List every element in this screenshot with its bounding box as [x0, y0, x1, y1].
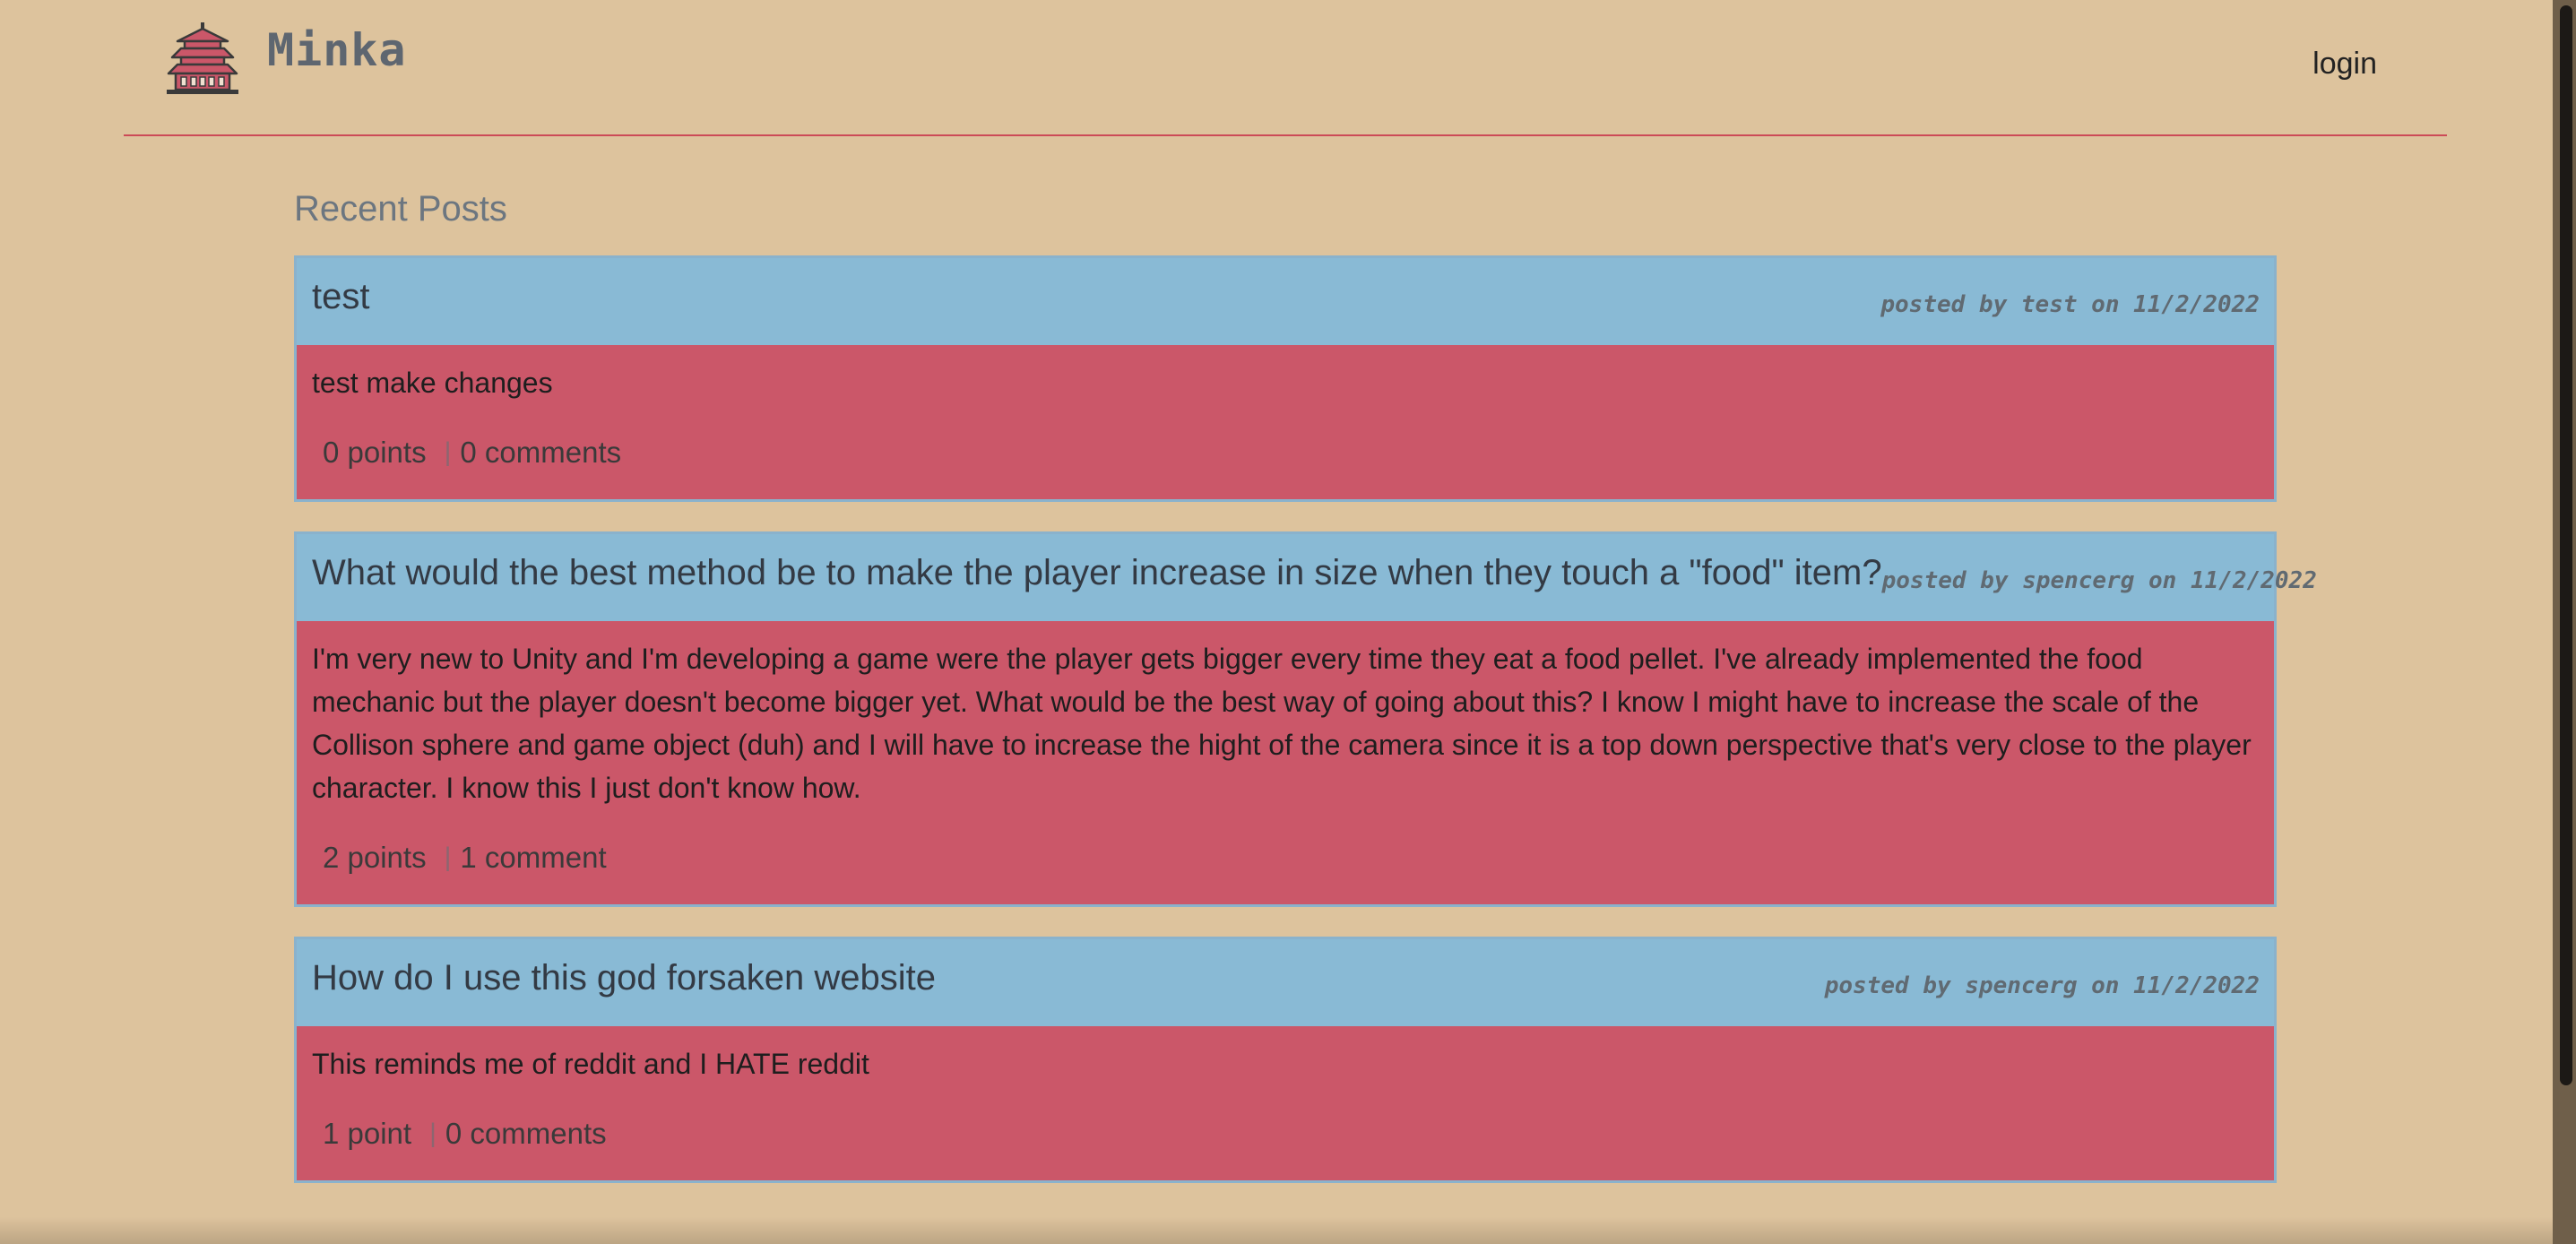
post-card: test posted by test on 11/2/2022 test ma… — [294, 255, 2277, 502]
brand-name: Minka — [267, 24, 407, 76]
scrollbar-thumb[interactable] — [2560, 5, 2572, 1085]
post-text: I'm very new to Unity and I'm developing… — [312, 643, 2252, 804]
section-title: Recent Posts — [294, 189, 507, 229]
stat-separator: | — [429, 1119, 437, 1148]
post-card: How do I use this god forsaken website p… — [294, 937, 2277, 1183]
post-stats: 1 point | 0 comments — [312, 1112, 2259, 1155]
post-stats: 2 points | 1 comment — [312, 836, 2259, 879]
bottom-shadow — [0, 1217, 2553, 1244]
post-points: 1 point — [323, 1117, 412, 1150]
post-header: test posted by test on 11/2/2022 — [297, 258, 2274, 345]
page: Minka login Recent Posts test posted by … — [0, 0, 2576, 1244]
navbar: Minka login — [124, 0, 2447, 136]
post-header: What would the best method be to make th… — [297, 534, 2317, 621]
post-meta: posted by spencerg on 11/2/2022 — [1824, 972, 2260, 999]
post-title[interactable]: What would the best method be to make th… — [312, 553, 1882, 593]
stat-separator: | — [444, 437, 452, 467]
post-points: 2 points — [323, 841, 427, 874]
login-link[interactable]: login — [2312, 47, 2377, 82]
scrollbar-track[interactable] — [2553, 0, 2576, 1244]
post-card: What would the best method be to make th… — [294, 531, 2317, 907]
post-meta: posted by spencerg on 11/2/2022 — [1881, 566, 2317, 594]
brand-home-link[interactable]: Minka — [165, 22, 407, 97]
post-text: This reminds me of reddit and I HATE red… — [312, 1048, 869, 1080]
post-comments-link[interactable]: 0 comments — [445, 1117, 607, 1151]
post-stats: 0 points | 0 comments — [312, 431, 2259, 474]
post-title[interactable]: How do I use this god forsaken website — [312, 958, 936, 998]
post-meta: posted by test on 11/2/2022 — [1880, 290, 2260, 318]
post-body: This reminds me of reddit and I HATE red… — [297, 1026, 2274, 1180]
post-comments-link[interactable]: 1 comment — [460, 841, 606, 875]
stat-separator: | — [444, 842, 452, 872]
post-title[interactable]: test — [312, 277, 369, 317]
post-comments-link[interactable]: 0 comments — [460, 436, 621, 470]
pagoda-icon — [167, 22, 238, 94]
post-body: I'm very new to Unity and I'm developing… — [297, 621, 2274, 904]
post-text: test make changes — [312, 367, 553, 399]
post-points: 0 points — [323, 436, 427, 469]
post-header: How do I use this god forsaken website p… — [297, 939, 2274, 1026]
post-body: test make changes 0 points | 0 comments — [297, 345, 2274, 499]
main-content: Recent Posts test posted by test on 11/2… — [294, 184, 2317, 1213]
